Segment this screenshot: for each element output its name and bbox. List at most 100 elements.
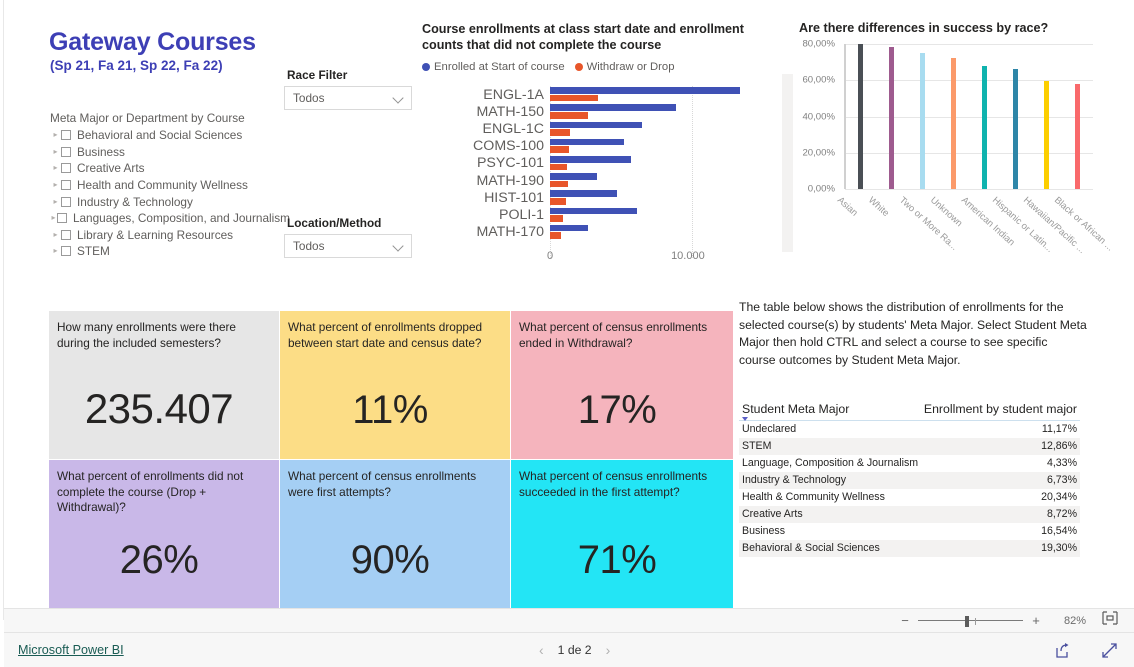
bar-pair[interactable]: [550, 103, 756, 120]
bar-enrolled[interactable]: [550, 121, 643, 129]
race-bar[interactable]: [889, 47, 894, 189]
bar-chart-row[interactable]: MATH-150: [422, 103, 762, 120]
kpi-card[interactable]: What percent of census enrollments were …: [280, 460, 510, 609]
tree-filter-item[interactable]: ▸ Library & Learning Resources: [50, 227, 290, 244]
enrollment-chart-legend[interactable]: Enrolled at Start of course Withdraw or D…: [422, 61, 675, 73]
bar-withdraw-drop[interactable]: [550, 215, 563, 222]
tree-filter-item[interactable]: ▸ STEM: [50, 243, 290, 260]
race-bar[interactable]: [951, 57, 956, 189]
enrollment-bar-chart[interactable]: ENGL-1A MATH-150 ENGL-1C COMS-100 PSYC-101 MA…: [422, 86, 762, 264]
tree-filter-item[interactable]: ▸ Health and Community Wellness: [50, 177, 290, 194]
bar-enrolled[interactable]: [550, 87, 741, 94]
tree-filter-item[interactable]: ▸ Industry & Technology: [50, 193, 290, 210]
table-row[interactable]: Industry & Technology 6,73%: [739, 472, 1080, 489]
bar-enrolled[interactable]: [550, 138, 624, 146]
bar-enrolled[interactable]: [550, 207, 637, 215]
bar-chart-row[interactable]: POLI-1: [422, 206, 762, 223]
next-page-arrow-icon[interactable]: ›: [606, 642, 611, 658]
bar-withdraw-drop[interactable]: [550, 94, 599, 102]
tree-item-checkbox[interactable]: [61, 130, 71, 141]
bar-enrolled[interactable]: [550, 155, 631, 163]
kpi-card[interactable]: What percent of census enrollments ended…: [511, 311, 733, 459]
bar-withdraw-drop[interactable]: [550, 111, 589, 119]
kpi-card[interactable]: How many enrollments were there during t…: [49, 311, 279, 459]
bar-chart-row[interactable]: PSYC-101: [422, 155, 762, 172]
race-bar[interactable]: [1013, 69, 1018, 189]
bar-withdraw-drop[interactable]: [550, 163, 567, 171]
meta-major-tree-filter[interactable]: ▸ Behavioral and Social Sciences ▸ Business…: [50, 127, 290, 260]
bar-chart-row[interactable]: COMS-100: [422, 138, 762, 155]
tree-item-checkbox[interactable]: [56, 213, 67, 224]
share-icon[interactable]: [1054, 642, 1071, 664]
tree-filter-item[interactable]: ▸ Creative Arts: [50, 160, 290, 177]
tree-item-checkbox[interactable]: [61, 196, 71, 207]
bar-pair[interactable]: [550, 138, 756, 155]
table-row[interactable]: Creative Arts 8,72%: [739, 506, 1080, 523]
bar-withdraw-drop[interactable]: [550, 232, 562, 239]
location-method-dropdown[interactable]: Todos: [284, 234, 412, 258]
tree-filter-item[interactable]: ▸ Business: [50, 144, 290, 161]
tree-filter-item[interactable]: ▸ Languages, Composition, and Journalism: [50, 210, 290, 227]
race-chart-bars[interactable]: [845, 44, 1093, 189]
previous-page-arrow-icon[interactable]: ‹: [539, 642, 544, 658]
zoom-slider[interactable]: [918, 615, 1023, 627]
expand-caret-icon[interactable]: ▸: [50, 197, 61, 206]
race-bar[interactable]: [858, 44, 863, 189]
bar-enrolled[interactable]: [550, 104, 677, 111]
bar-enrolled[interactable]: [550, 190, 617, 197]
race-bar[interactable]: [1075, 83, 1080, 189]
zoom-slider-thumb[interactable]: [965, 615, 969, 627]
kpi-card[interactable]: What percent of census enrollments succe…: [511, 460, 733, 609]
kpi-card[interactable]: What percent of enrollments dropped betw…: [280, 311, 510, 459]
fullscreen-icon[interactable]: [1101, 642, 1118, 664]
expand-caret-icon[interactable]: ▸: [50, 147, 61, 156]
tree-item-checkbox[interactable]: [61, 180, 71, 191]
expand-caret-icon[interactable]: ▸: [50, 214, 57, 222]
expand-caret-icon[interactable]: ▸: [50, 131, 61, 139]
bar-withdraw-drop[interactable]: [550, 180, 568, 188]
table-col-major[interactable]: Student Meta Major: [742, 402, 849, 416]
page-navigation[interactable]: ‹ 1 de 2 ›: [539, 642, 610, 658]
bar-pair[interactable]: [550, 206, 756, 223]
tree-filter-item[interactable]: ▸ Behavioral and Social Sciences: [50, 127, 290, 144]
race-bar[interactable]: [1044, 81, 1049, 189]
table-row[interactable]: STEM 12,86%: [739, 438, 1080, 455]
bar-enrolled[interactable]: [550, 224, 589, 232]
bar-chart-row[interactable]: HIST-101: [422, 189, 762, 206]
zoom-in-button[interactable]: +: [1030, 614, 1042, 627]
tree-item-checkbox[interactable]: [61, 163, 71, 174]
bar-chart-scrollbar[interactable]: [782, 74, 793, 252]
bar-pair[interactable]: [550, 120, 756, 137]
fit-to-page-icon[interactable]: [1102, 611, 1118, 630]
race-bar[interactable]: [920, 52, 925, 189]
expand-caret-icon[interactable]: ▸: [50, 230, 61, 239]
legend-item[interactable]: Withdraw or Drop: [574, 61, 675, 73]
success-by-race-chart[interactable]: 0,00% 20,00% 40,00% 60,00% 80,00% Asian White…: [799, 39, 1116, 264]
expand-caret-icon[interactable]: ▸: [50, 164, 61, 172]
table-row[interactable]: Undeclared 11,17%: [739, 421, 1080, 438]
table-col-enrollment[interactable]: Enrollment by student major: [924, 402, 1077, 416]
microsoft-power-bi-link[interactable]: Microsoft Power BI: [18, 643, 124, 657]
bar-withdraw-drop[interactable]: [550, 146, 569, 153]
expand-caret-icon[interactable]: ▸: [50, 247, 61, 255]
zoom-control[interactable]: − +: [899, 614, 1042, 627]
tree-item-checkbox[interactable]: [61, 146, 71, 157]
table-row[interactable]: Language, Composition & Journalism 4,33%: [739, 455, 1080, 472]
zoom-out-button[interactable]: −: [899, 614, 911, 627]
race-filter-dropdown[interactable]: Todos: [284, 86, 412, 110]
bar-chart-row[interactable]: MATH-190: [422, 172, 762, 189]
bar-chart-row[interactable]: MATH-170: [422, 224, 762, 241]
student-meta-major-table[interactable]: Student Meta Major Enrollment by student…: [739, 402, 1080, 557]
bar-chart-row[interactable]: ENGL-1A: [422, 86, 762, 103]
bar-pair[interactable]: [550, 172, 756, 189]
table-row[interactable]: Business 16,54%: [739, 523, 1080, 540]
tree-item-checkbox[interactable]: [61, 229, 71, 240]
table-row[interactable]: Behavioral & Social Sciences 19,30%: [739, 540, 1080, 557]
legend-item[interactable]: Enrolled at Start of course: [422, 61, 565, 73]
kpi-card[interactable]: What percent of enrollments did not comp…: [49, 460, 279, 609]
bar-pair[interactable]: [550, 224, 756, 241]
bar-enrolled[interactable]: [550, 173, 597, 180]
bar-withdraw-drop[interactable]: [550, 129, 570, 136]
table-row[interactable]: Health & Community Wellness 20,34%: [739, 489, 1080, 506]
expand-caret-icon[interactable]: ▸: [50, 181, 61, 189]
